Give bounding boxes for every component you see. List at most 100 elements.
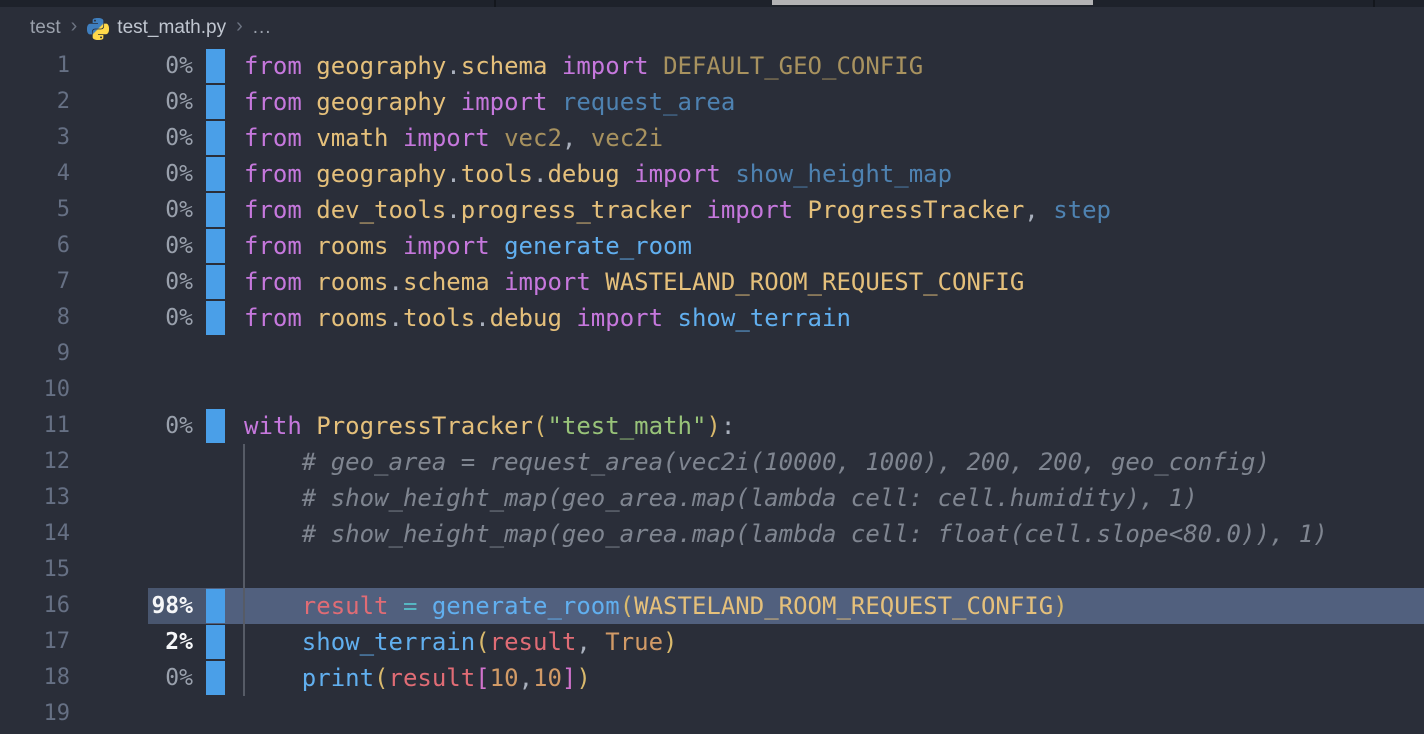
code-token: show_terrain xyxy=(302,628,475,656)
line-number[interactable]: 3 xyxy=(0,120,70,156)
code-line[interactable]: 1698% result = generate_room(WASTELAND_R… xyxy=(0,588,1424,624)
code-line[interactable]: 40%from geography.tools.debug import sho… xyxy=(0,156,1424,192)
code-token: generate_room xyxy=(432,592,620,620)
line-number[interactable]: 9 xyxy=(0,336,70,372)
code-token: vec2 xyxy=(504,124,562,152)
line-number[interactable]: 15 xyxy=(0,552,70,588)
coverage-block xyxy=(206,121,225,155)
code-token: , xyxy=(562,124,576,152)
code-line[interactable]: 13 # show_height_map(geo_area.map(lambda… xyxy=(0,480,1424,516)
breadcrumb-folder[interactable]: test xyxy=(30,17,61,39)
code-token: progress_tracker xyxy=(461,196,692,224)
code-token: with xyxy=(244,412,302,440)
code-line[interactable]: 10%from geography.schema import DEFAULT_… xyxy=(0,48,1424,84)
line-number[interactable]: 5 xyxy=(0,192,70,228)
line-number[interactable]: 17 xyxy=(0,624,70,660)
code-line[interactable]: 172% show_terrain(result, True) xyxy=(0,624,1424,660)
code-text[interactable]: from dev_tools.progress_tracker import P… xyxy=(244,192,1111,228)
code-text[interactable]: from geography.tools.debug import show_h… xyxy=(244,156,952,192)
code-text[interactable]: from geography.schema import DEFAULT_GEO… xyxy=(244,48,923,84)
code-line[interactable]: 9 xyxy=(0,336,1424,372)
code-token: ( xyxy=(533,412,547,440)
code-token: vec2i xyxy=(591,124,663,152)
code-token: ) xyxy=(576,664,590,692)
line-number[interactable]: 4 xyxy=(0,156,70,192)
code-token: import xyxy=(634,160,721,188)
code-text[interactable]: from rooms.schema import WASTELAND_ROOM_… xyxy=(244,264,1024,300)
code-token: . xyxy=(389,304,403,332)
code-token: ( xyxy=(620,592,634,620)
code-line[interactable]: 10 xyxy=(0,372,1424,408)
code-token xyxy=(547,52,561,80)
line-number[interactable]: 19 xyxy=(0,696,70,732)
code-text[interactable]: from rooms.tools.debug import show_terra… xyxy=(244,300,851,336)
coverage-percent: 0% xyxy=(70,408,193,444)
code-line[interactable]: 15 xyxy=(0,552,1424,588)
code-token: dev_tools xyxy=(316,196,446,224)
code-token: ] xyxy=(562,664,576,692)
code-line[interactable]: 14 # show_height_map(geo_area.map(lambda… xyxy=(0,516,1424,552)
line-number[interactable]: 7 xyxy=(0,264,70,300)
coverage-percent xyxy=(70,372,193,408)
code-token: import xyxy=(504,268,591,296)
code-text[interactable]: from geography import request_area xyxy=(244,84,735,120)
code-line[interactable]: 12 # geo_area = request_area(vec2i(10000… xyxy=(0,444,1424,480)
code-text[interactable]: # show_height_map(geo_area.map(lambda ce… xyxy=(244,516,1328,552)
code-token: import xyxy=(461,88,548,116)
line-number[interactable]: 10 xyxy=(0,372,70,408)
line-number[interactable]: 2 xyxy=(0,84,70,120)
code-token xyxy=(302,268,316,296)
top-scrollbar-thumb[interactable] xyxy=(772,0,1093,5)
line-number[interactable]: 14 xyxy=(0,516,70,552)
code-line[interactable]: 80%from rooms.tools.debug import show_te… xyxy=(0,300,1424,336)
code-text[interactable]: # geo_area = request_area(vec2i(10000, 1… xyxy=(244,444,1270,480)
coverage-percent: 0% xyxy=(70,228,193,264)
code-text[interactable]: with ProgressTracker("test_math"): xyxy=(244,408,735,444)
line-number[interactable]: 16 xyxy=(0,588,70,624)
coverage-percent: 98% xyxy=(70,588,193,624)
chevron-right-icon: › xyxy=(71,15,78,38)
code-token: # show_height_map(geo_area.map(lambda ce… xyxy=(244,520,1328,548)
code-token: print xyxy=(302,664,374,692)
code-token: import xyxy=(562,52,649,80)
code-line[interactable]: 70%from rooms.schema import WASTELAND_RO… xyxy=(0,264,1424,300)
code-line[interactable]: 60% from rooms import generate_room xyxy=(0,228,1424,264)
code-text[interactable]: from rooms import generate_room xyxy=(244,228,692,264)
code-text[interactable]: result = generate_room(WASTELAND_ROOM_RE… xyxy=(244,588,1068,624)
code-text[interactable]: from vmath import vec2, vec2i xyxy=(244,120,663,156)
code-token: ) xyxy=(663,628,677,656)
code-token: from xyxy=(244,196,302,224)
coverage-gutter xyxy=(193,156,244,192)
code-text[interactable]: print(result[10,10]) xyxy=(244,660,591,696)
coverage-block xyxy=(206,265,225,299)
chevron-right-icon: › xyxy=(236,15,243,38)
code-token xyxy=(244,664,302,692)
code-text[interactable]: show_terrain(result, True) xyxy=(244,624,678,660)
line-number[interactable]: 1 xyxy=(0,48,70,84)
coverage-percent: 0% xyxy=(70,120,193,156)
coverage-gutter xyxy=(193,480,244,516)
code-token: # show_height_map(geo_area.map(lambda ce… xyxy=(244,484,1198,512)
line-number[interactable]: 13 xyxy=(0,480,70,516)
code-token: "test_math" xyxy=(547,412,706,440)
coverage-block xyxy=(206,85,225,119)
code-token: vmath xyxy=(316,124,388,152)
code-line[interactable]: 110% with ProgressTracker("test_math"): xyxy=(0,408,1424,444)
line-number[interactable]: 12 xyxy=(0,444,70,480)
code-line[interactable]: 180% print(result[10,10]) xyxy=(0,660,1424,696)
code-line[interactable]: 19 xyxy=(0,696,1424,732)
code-token: . xyxy=(446,196,460,224)
code-token: from xyxy=(244,232,302,260)
code-line[interactable]: 30% from vmath import vec2, vec2i xyxy=(0,120,1424,156)
breadcrumb-ellipsis[interactable]: ... xyxy=(253,17,272,39)
code-line[interactable]: 50%from dev_tools.progress_tracker impor… xyxy=(0,192,1424,228)
code-line[interactable]: 20%from geography import request_area xyxy=(0,84,1424,120)
line-number[interactable]: 8 xyxy=(0,300,70,336)
code-token: 10 xyxy=(533,664,562,692)
line-number[interactable]: 18 xyxy=(0,660,70,696)
code-text[interactable]: # show_height_map(geo_area.map(lambda ce… xyxy=(244,480,1198,516)
code-token: , xyxy=(1024,196,1038,224)
line-number[interactable]: 11 xyxy=(0,408,70,444)
line-number[interactable]: 6 xyxy=(0,228,70,264)
breadcrumb-file[interactable]: test_math.py xyxy=(117,17,226,39)
